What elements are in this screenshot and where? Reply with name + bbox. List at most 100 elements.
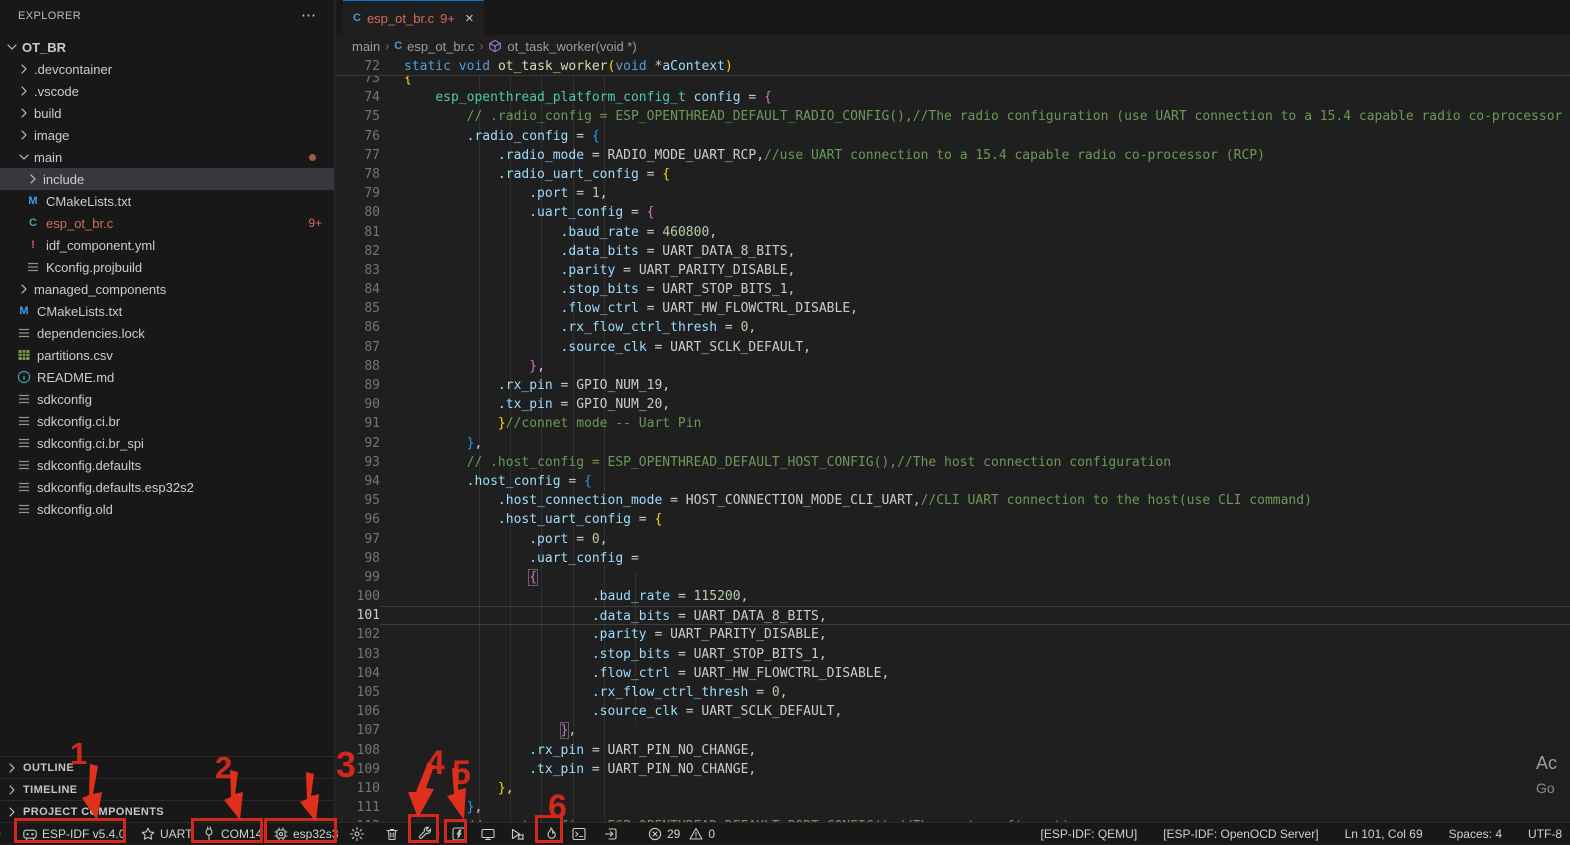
code-line-111[interactable]: 111 },	[336, 798, 1570, 817]
code-line-79[interactable]: 79 .port = 1,	[336, 184, 1570, 203]
code-line-98[interactable]: 98 .uart_config =	[336, 549, 1570, 568]
tree-item-sdkconfig-ci-br-spi[interactable]: sdkconfig.ci.br_spi	[0, 432, 334, 454]
code-line-95[interactable]: 95 .host_connection_mode = HOST_CONNECTI…	[336, 491, 1570, 510]
code-line-100[interactable]: 100 .baud_rate = 115200,	[336, 587, 1570, 606]
status-star-uart[interactable]: UART	[138, 823, 194, 845]
tree-item-build[interactable]: build	[0, 102, 334, 124]
code-line-106[interactable]: 106 .source_clk = UART_SCLK_DEFAULT,	[336, 702, 1570, 721]
status-remote[interactable]	[0, 823, 9, 845]
tree-item-readme-md[interactable]: README.md	[0, 366, 334, 388]
status-encoding[interactable]: UTF-8	[1528, 827, 1562, 841]
code-line-99[interactable]: 99 {	[336, 568, 1570, 587]
tree-item-partitions-csv[interactable]: partitions.csv	[0, 344, 334, 366]
status-bolt[interactable]	[449, 823, 469, 845]
tree-item-sdkconfig-old[interactable]: sdkconfig.old	[0, 498, 334, 520]
code-line-75[interactable]: 75 // .radio_config = ESP_OPENTHREAD_DEF…	[336, 107, 1570, 126]
code-line-104[interactable]: 104 .flow_ctrl = UART_HW_FLOWCTRL_DISABL…	[336, 664, 1570, 683]
tree-root-ot-br[interactable]: OT_BR	[0, 36, 334, 58]
project-components-section-header[interactable]: PROJECT COMPONENTS	[0, 800, 334, 822]
code-line-108[interactable]: 108 .rx_pin = UART_PIN_NO_CHANGE,	[336, 741, 1570, 760]
status-monitor[interactable]	[478, 823, 498, 845]
code-line-97[interactable]: 97 .port = 0,	[336, 530, 1570, 549]
code-line-78[interactable]: 78 .radio_uart_config = {	[336, 165, 1570, 184]
tree-item-label: main	[34, 150, 62, 165]
tab-bar: C esp_ot_br.c 9+ ×	[336, 0, 1570, 35]
close-icon[interactable]: ×	[465, 10, 474, 27]
tree-item--vscode[interactable]: .vscode	[0, 80, 334, 102]
tree-item-kconfig-projbuild[interactable]: Kconfig.projbuild	[0, 256, 334, 278]
code-line-80[interactable]: 80 .uart_config = {	[336, 203, 1570, 222]
code-line-73[interactable]: 73{	[336, 76, 1570, 88]
code-line-84[interactable]: 84 .stop_bits = UART_STOP_BITS_1,	[336, 280, 1570, 299]
status-cursor-position[interactable]: Ln 101, Col 69	[1345, 827, 1423, 841]
code-line-87[interactable]: 87 .source_clk = UART_SCLK_DEFAULT,	[336, 338, 1570, 357]
code-line-91[interactable]: 91 }//connet mode -- Uart Pin	[336, 414, 1570, 433]
status-debug[interactable]	[507, 823, 527, 845]
timeline-section-header[interactable]: TIMELINE	[0, 778, 334, 800]
tree-item-sdkconfig-defaults[interactable]: sdkconfig.defaults	[0, 454, 334, 476]
tree-item-sdkconfig-ci-br[interactable]: sdkconfig.ci.br	[0, 410, 334, 432]
status-wrench[interactable]	[415, 823, 435, 845]
code-line-92[interactable]: 92 },	[336, 434, 1570, 453]
tree-item-esp-ot-br-c[interactable]: Cesp_ot_br.c9+	[0, 212, 334, 234]
code-line-90[interactable]: 90 .tx_pin = GPIO_NUM_20,	[336, 395, 1570, 414]
explorer-more-actions-icon[interactable]: ⋯	[301, 6, 316, 24]
tree-item-main[interactable]: main	[0, 146, 334, 168]
plug-icon	[201, 826, 217, 842]
breadcrumb-symbol[interactable]: ot_task_worker(void *)	[507, 39, 636, 54]
status-chip-esp32s3[interactable]: esp32s3	[271, 823, 340, 845]
code-line-89[interactable]: 89 .rx_pin = GPIO_NUM_19,	[336, 376, 1570, 395]
code-line-110[interactable]: 110 },	[336, 779, 1570, 798]
code-line-105[interactable]: 105 .rx_flow_ctrl_thresh = 0,	[336, 683, 1570, 702]
code-line-81[interactable]: 81 .baud_rate = 460800,	[336, 223, 1570, 242]
status-launch[interactable]	[601, 823, 621, 845]
sticky-scroll-line[interactable]: 72static void ot_task_worker(void *aCont…	[336, 57, 1570, 76]
code-line-96[interactable]: 96 .host_uart_config = {	[336, 510, 1570, 529]
tree-item-dependencies-lock[interactable]: dependencies.lock	[0, 322, 334, 344]
code-line-93[interactable]: 93 // .host_config = ESP_OPENTHREAD_DEFA…	[336, 453, 1570, 472]
code-line-text: .host_uart_config = {	[380, 510, 1570, 529]
code-line-74[interactable]: 74 esp_openthread_platform_config_t conf…	[336, 88, 1570, 107]
tree-item-cmakelists-txt[interactable]: MCMakeLists.txt	[0, 300, 334, 322]
code-line-76[interactable]: 76 .radio_config = {	[336, 127, 1570, 146]
status-espidf-openocd[interactable]: [ESP-IDF: OpenOCD Server]	[1163, 827, 1318, 841]
tree-item--devcontainer[interactable]: .devcontainer	[0, 58, 334, 80]
status-gear[interactable]	[347, 823, 367, 845]
code-line-86[interactable]: 86 .rx_flow_ctrl_thresh = 0,	[336, 318, 1570, 337]
code-line-102[interactable]: 102 .parity = UART_PARITY_DISABLE,	[336, 625, 1570, 644]
code-viewport[interactable]: 73{74 esp_openthread_platform_config_t c…	[336, 76, 1570, 822]
code-line-82[interactable]: 82 .data_bits = UART_DATA_8_BITS,	[336, 242, 1570, 261]
status-trash[interactable]	[382, 823, 402, 845]
status-flame[interactable]	[541, 823, 561, 845]
code-line-83[interactable]: 83 .parity = UART_PARITY_DISABLE,	[336, 261, 1570, 280]
outline-section-header[interactable]: OUTLINE	[0, 756, 334, 778]
code-line-107[interactable]: 107 },	[336, 721, 1570, 740]
code-line-109[interactable]: 109 .tx_pin = UART_PIN_NO_CHANGE,	[336, 760, 1570, 779]
code-line-85[interactable]: 85 .flow_ctrl = UART_HW_FLOWCTRL_DISABLE…	[336, 299, 1570, 318]
tree-item-label: image	[34, 128, 69, 143]
code-line-101[interactable]: 101 .data_bits = UART_DATA_8_BITS,	[336, 606, 1570, 625]
line-number: 88	[336, 357, 380, 376]
tree-item-include[interactable]: include	[0, 168, 334, 190]
status-indentation[interactable]: Spaces: 4	[1449, 827, 1502, 841]
tree-item-managed-components[interactable]: managed_components	[0, 278, 334, 300]
tree-item-image[interactable]: image	[0, 124, 334, 146]
tree-item-idf-component-yml[interactable]: !idf_component.yml	[0, 234, 334, 256]
error-count: 29	[667, 827, 680, 841]
status-plug-com14[interactable]: COM14	[199, 823, 264, 845]
tab-esp-ot-br[interactable]: C esp_ot_br.c 9+ ×	[343, 0, 484, 35]
status-problems[interactable]: 290	[645, 823, 717, 845]
code-line-text: .data_bits = UART_DATA_8_BITS,	[380, 606, 1570, 625]
code-line-88[interactable]: 88 },	[336, 357, 1570, 376]
status-espidf-qemu[interactable]: [ESP-IDF: QEMU]	[1041, 827, 1138, 841]
code-line-103[interactable]: 103 .stop_bits = UART_STOP_BITS_1,	[336, 645, 1570, 664]
tree-item-cmakelists-txt[interactable]: MCMakeLists.txt	[0, 190, 334, 212]
code-line-94[interactable]: 94 .host_config = {	[336, 472, 1570, 491]
status-terminal[interactable]	[569, 823, 589, 845]
breadcrumb-file[interactable]: esp_ot_br.c	[407, 39, 474, 54]
tree-item-sdkconfig[interactable]: sdkconfig	[0, 388, 334, 410]
tree-item-sdkconfig-defaults-esp32s2[interactable]: sdkconfig.defaults.esp32s2	[0, 476, 334, 498]
breadcrumb-folder[interactable]: main	[352, 39, 380, 54]
code-line-77[interactable]: 77 .radio_mode = RADIO_MODE_UART_RCP,//u…	[336, 146, 1570, 165]
status-espidf-esp-idf-v5-4-0[interactable]: ESP-IDF v5.4.0	[20, 823, 127, 845]
